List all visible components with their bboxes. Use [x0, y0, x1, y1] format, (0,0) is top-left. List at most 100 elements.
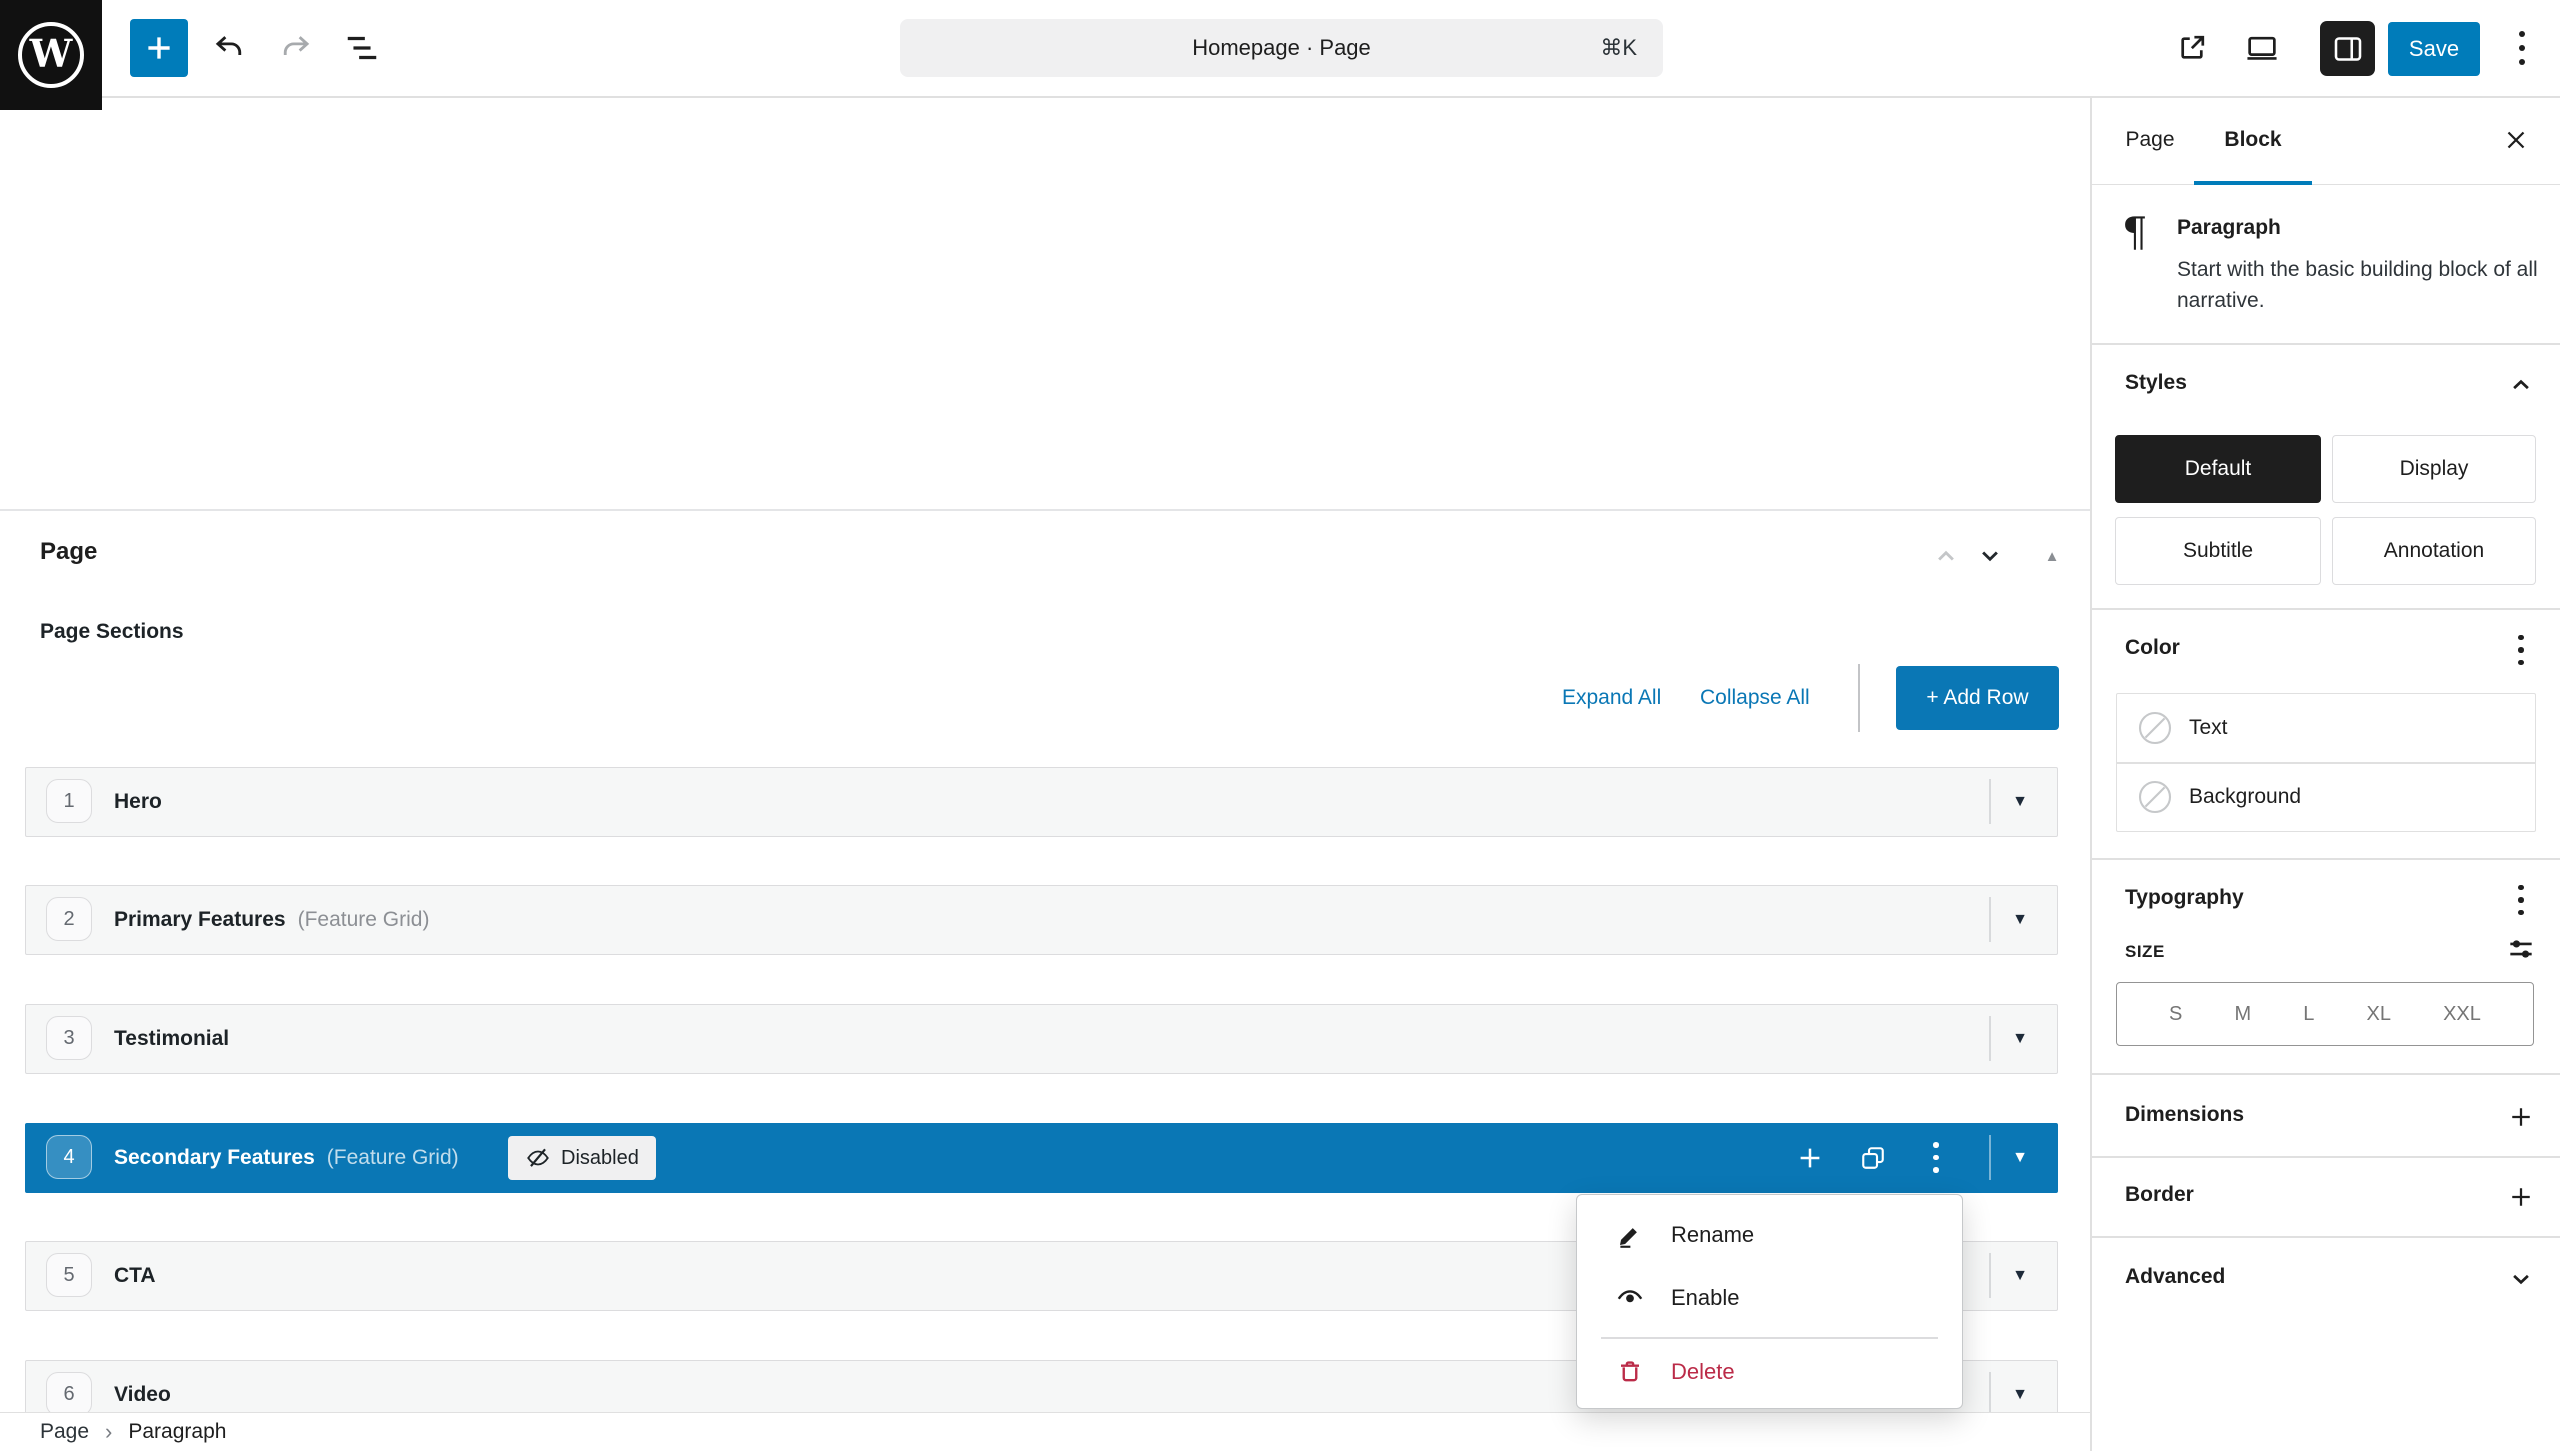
document-overview-button[interactable]: Homepage · Page ⌘K: [900, 19, 1663, 77]
undo-button[interactable]: [205, 24, 253, 72]
row-expand-toggle[interactable]: ▼: [1996, 1124, 2044, 1191]
plus-icon: [1795, 1143, 1825, 1173]
save-button[interactable]: Save: [2388, 22, 2480, 76]
section-row-secondary-features[interactable]: 4 Secondary Features(Feature Grid) Disab…: [25, 1123, 2058, 1193]
menu-item-label: Enable: [1671, 1285, 1740, 1311]
page-panel-title: Page: [40, 538, 97, 566]
color-background-button[interactable]: Background: [2117, 763, 2535, 831]
no-color-swatch-icon: [2137, 779, 2173, 815]
collapse-panel-icon[interactable]: ▲: [2030, 536, 2074, 576]
trash-icon: [1615, 1357, 1645, 1387]
color-background-label: Background: [2189, 785, 2301, 809]
font-size-option-m[interactable]: M: [2235, 1003, 2252, 1026]
pencil-icon: [1615, 1220, 1645, 1250]
style-option-label: Subtitle: [2183, 539, 2253, 563]
redo-button[interactable]: [272, 24, 320, 72]
row-title: Primary Features: [114, 908, 286, 932]
row-title: Hero: [114, 790, 162, 814]
wordpress-menu-button[interactable]: W: [0, 0, 102, 110]
color-text-button[interactable]: Text: [2117, 694, 2535, 762]
row-add-button[interactable]: [1785, 1124, 1835, 1191]
style-option-annotation[interactable]: Annotation: [2332, 517, 2536, 585]
advanced-panel-title: Advanced: [2125, 1265, 2225, 1289]
sidebar-panel-icon: [2330, 31, 2366, 67]
tab-page[interactable]: Page: [2125, 96, 2175, 184]
sliders-icon: [2505, 933, 2537, 965]
font-size-label: SIZE: [2125, 942, 2165, 962]
color-options-button[interactable]: [2504, 633, 2538, 667]
wordpress-logo-letter: W: [30, 35, 73, 73]
section-row-hero[interactable]: 1 Hero ▼: [25, 767, 2058, 837]
no-color-swatch-icon: [2137, 710, 2173, 746]
menu-item-rename[interactable]: Rename: [1577, 1204, 1962, 1266]
advanced-expand-button[interactable]: [2504, 1262, 2538, 1296]
tab-block[interactable]: Block: [2222, 96, 2284, 184]
row-number-badge: 4: [46, 1135, 92, 1179]
style-option-subtitle[interactable]: Subtitle: [2115, 517, 2321, 585]
style-option-display[interactable]: Display: [2332, 435, 2536, 503]
add-row-label: + Add Row: [1926, 686, 2028, 710]
row-number-badge: 1: [46, 779, 92, 823]
document-title: Homepage · Page: [1192, 35, 1371, 61]
row-title: CTA: [114, 1264, 156, 1288]
expand-all-link[interactable]: Expand All: [1562, 686, 1661, 710]
style-option-label: Display: [2400, 457, 2469, 481]
editor-top-bar: W Homepage · Page ⌘K Save: [0, 0, 2560, 98]
row-expand-toggle[interactable]: ▼: [1996, 1005, 2044, 1072]
move-block-up-button[interactable]: [1924, 536, 1968, 576]
row-number-badge: 5: [46, 1253, 92, 1297]
eye-icon: [1615, 1283, 1645, 1313]
section-row-testimonial[interactable]: 3 Testimonial ▼: [25, 1004, 2058, 1074]
font-size-settings-button[interactable]: [2504, 932, 2538, 966]
section-row-primary-features[interactable]: 2 Primary Features(Feature Grid) ▼: [25, 885, 2058, 955]
style-option-default[interactable]: Default: [2115, 435, 2321, 503]
typography-options-button[interactable]: [2504, 883, 2538, 917]
row-number-badge: 2: [46, 897, 92, 941]
color-panel-title: Color: [2125, 636, 2180, 660]
font-size-option-xl[interactable]: XL: [2367, 1003, 2391, 1026]
disabled-status-badge: Disabled: [508, 1136, 656, 1180]
chevron-up-icon: [1931, 541, 1961, 571]
row-subtitle: (Feature Grid): [327, 1146, 459, 1170]
font-size-option-xxl[interactable]: XXL: [2443, 1003, 2481, 1026]
dimensions-panel-title: Dimensions: [2125, 1103, 2244, 1127]
close-icon: [2501, 125, 2531, 155]
chevron-down-icon: [1975, 541, 2005, 571]
row-duplicate-button[interactable]: [1848, 1124, 1898, 1191]
font-size-option-l[interactable]: L: [2303, 1003, 2314, 1026]
list-view-button[interactable]: [338, 24, 386, 72]
add-row-button[interactable]: + Add Row: [1896, 666, 2059, 730]
menu-item-delete[interactable]: Delete: [1577, 1341, 1962, 1403]
preview-device-button[interactable]: [2238, 24, 2286, 72]
duplicate-icon: [1858, 1143, 1888, 1173]
wordpress-logo-icon: W: [18, 22, 84, 88]
redo-icon: [277, 29, 315, 67]
toolbar-divider: [1858, 664, 1860, 732]
row-number-badge: 6: [46, 1372, 92, 1416]
font-size-option-s[interactable]: S: [2169, 1003, 2182, 1026]
block-inserter-button[interactable]: [130, 19, 188, 77]
settings-sidebar-toggle-button[interactable]: [2320, 21, 2375, 76]
plus-icon: [142, 31, 176, 65]
more-options-button[interactable]: [2498, 24, 2546, 72]
row-expand-toggle[interactable]: ▼: [1996, 768, 2044, 835]
breadcrumb-paragraph[interactable]: Paragraph: [128, 1420, 226, 1444]
row-more-options-button[interactable]: [1911, 1124, 1961, 1191]
list-view-icon: [343, 29, 381, 67]
row-expand-toggle[interactable]: ▼: [1996, 1242, 2044, 1309]
breadcrumb-bar: Page › Paragraph: [0, 1412, 2090, 1451]
sidebar-tabs: Page Block: [2092, 96, 2560, 185]
collapse-all-link[interactable]: Collapse All: [1700, 686, 1810, 710]
undo-icon: [210, 29, 248, 67]
view-site-button[interactable]: [2168, 24, 2216, 72]
border-add-button[interactable]: [2504, 1180, 2538, 1214]
breadcrumb-page[interactable]: Page: [40, 1420, 89, 1444]
styles-collapse-button[interactable]: [2504, 368, 2538, 402]
row-expand-toggle[interactable]: ▼: [1996, 886, 2044, 953]
close-sidebar-button[interactable]: [2500, 124, 2532, 156]
row-divider: [1989, 1135, 1991, 1180]
menu-item-enable[interactable]: Enable: [1577, 1267, 1962, 1329]
move-block-down-button[interactable]: [1968, 536, 2012, 576]
plus-icon: [2506, 1102, 2536, 1132]
dimensions-add-button[interactable]: [2504, 1100, 2538, 1134]
